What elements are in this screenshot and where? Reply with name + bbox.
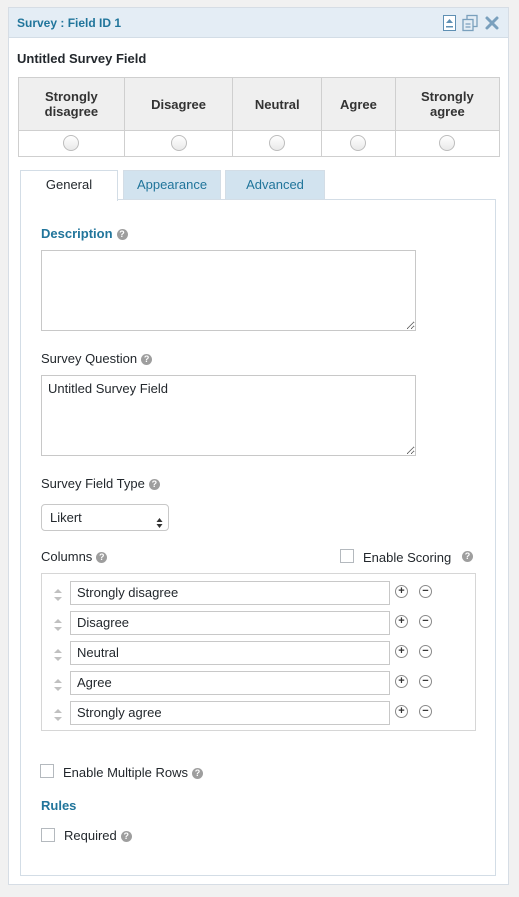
help-icon[interactable]: ? [462, 551, 473, 562]
likert-column-header: Disagree [123, 77, 234, 131]
likert-radio[interactable] [170, 135, 187, 152]
duplicate-icon[interactable] [461, 14, 479, 32]
remove-column-icon[interactable]: − [419, 615, 432, 628]
help-icon[interactable]: ? [96, 552, 108, 563]
likert-preview-table: Strongly disagree Disagree Neutral Agree Str… [18, 77, 501, 157]
column-input[interactable]: Strongly agree [70, 701, 390, 725]
tab-advanced[interactable]: Advanced [225, 170, 325, 200]
description-label: Description? [41, 226, 128, 241]
columns-list: Strongly disagree + − Disagree + − Neutral + − Ag… [41, 573, 476, 731]
help-icon[interactable]: ? [192, 768, 204, 779]
likert-column-header: Agree [321, 77, 396, 131]
drag-handle-icon[interactable] [52, 708, 64, 722]
columns-label: Columns? [41, 549, 108, 564]
column-input[interactable]: Neutral [70, 641, 390, 665]
add-column-icon[interactable]: + [395, 585, 408, 598]
enable-multiple-rows-checkbox[interactable] [40, 764, 54, 778]
drag-handle-icon[interactable] [52, 678, 64, 692]
panel-title: Survey : Field ID 1 [17, 16, 122, 30]
column-row: Strongly disagree + − [42, 581, 477, 607]
column-input[interactable]: Agree [70, 671, 390, 695]
collapse-icon[interactable] [441, 14, 459, 32]
survey-field-type-select[interactable]: Likert [41, 504, 169, 531]
rules-heading: Rules [41, 798, 77, 813]
survey-question-textarea[interactable]: Untitled Survey Field [41, 375, 416, 456]
delete-icon[interactable] [483, 14, 501, 32]
help-icon[interactable]: ? [116, 229, 128, 240]
likert-cell [232, 130, 323, 157]
column-input[interactable]: Strongly disagree [70, 581, 390, 605]
field-label-preview: Untitled Survey Field [17, 51, 147, 66]
required-label: Required? [64, 828, 132, 843]
required-checkbox[interactable] [41, 828, 55, 842]
remove-column-icon[interactable]: − [419, 675, 432, 688]
survey-field-type-label-text: Survey Field Type [41, 476, 145, 491]
description-label-text: Description [41, 226, 113, 241]
survey-field-type-value: Likert [50, 510, 82, 525]
description-textarea[interactable] [41, 250, 416, 331]
column-row: Agree + − [42, 671, 477, 697]
survey-question-label: Survey Question? [41, 351, 153, 366]
likert-radio[interactable] [63, 135, 80, 152]
survey-field-type-label: Survey Field Type? [41, 476, 160, 491]
likert-column-header: Neutral [232, 77, 323, 131]
enable-multiple-rows-label-text: Enable Multiple Rows [63, 765, 189, 780]
likert-cell [123, 130, 234, 157]
drag-handle-icon[interactable] [52, 648, 64, 662]
likert-cell [18, 130, 125, 157]
select-arrows-icon [156, 512, 163, 528]
add-column-icon[interactable]: + [395, 645, 408, 658]
add-column-icon[interactable]: + [395, 675, 408, 688]
remove-column-icon[interactable]: − [419, 645, 432, 658]
likert-cell [394, 130, 501, 157]
tab-general[interactable]: General [20, 170, 118, 201]
add-column-icon[interactable]: + [395, 615, 408, 628]
likert-column-header: Strongly agree [394, 77, 501, 131]
column-row: Neutral + − [42, 641, 477, 667]
required-label-text: Required [64, 828, 117, 843]
likert-radio[interactable] [269, 135, 286, 152]
help-icon[interactable]: ? [148, 479, 160, 490]
columns-label-text: Columns [41, 549, 93, 564]
enable-multiple-rows-label: Enable Multiple Rows? [63, 765, 204, 780]
help-icon[interactable]: ? [141, 354, 153, 365]
column-input[interactable]: Disagree [70, 611, 390, 635]
survey-question-label-text: Survey Question [41, 351, 138, 366]
drag-handle-icon[interactable] [52, 588, 64, 602]
field-settings-panel: Survey : Field ID 1 Untitled Survey Fiel… [8, 7, 509, 885]
likert-radio[interactable] [439, 135, 456, 152]
remove-column-icon[interactable]: − [419, 585, 432, 598]
panel-header: Survey : Field ID 1 [9, 8, 508, 38]
likert-cell [321, 130, 396, 157]
general-tab-panel: Description? Survey Question? Untitled S… [20, 199, 496, 876]
column-row: Disagree + − [42, 611, 477, 637]
likert-radio[interactable] [350, 135, 367, 152]
column-row: Strongly agree + − [42, 701, 477, 727]
drag-handle-icon[interactable] [52, 618, 64, 632]
enable-scoring-label: Enable Scoring [363, 550, 452, 565]
add-column-icon[interactable]: + [395, 705, 408, 718]
enable-scoring-checkbox[interactable] [340, 549, 354, 563]
remove-column-icon[interactable]: − [419, 705, 432, 718]
help-icon[interactable]: ? [120, 831, 132, 842]
likert-column-header: Strongly disagree [18, 77, 125, 131]
tab-appearance[interactable]: Appearance [123, 170, 221, 200]
